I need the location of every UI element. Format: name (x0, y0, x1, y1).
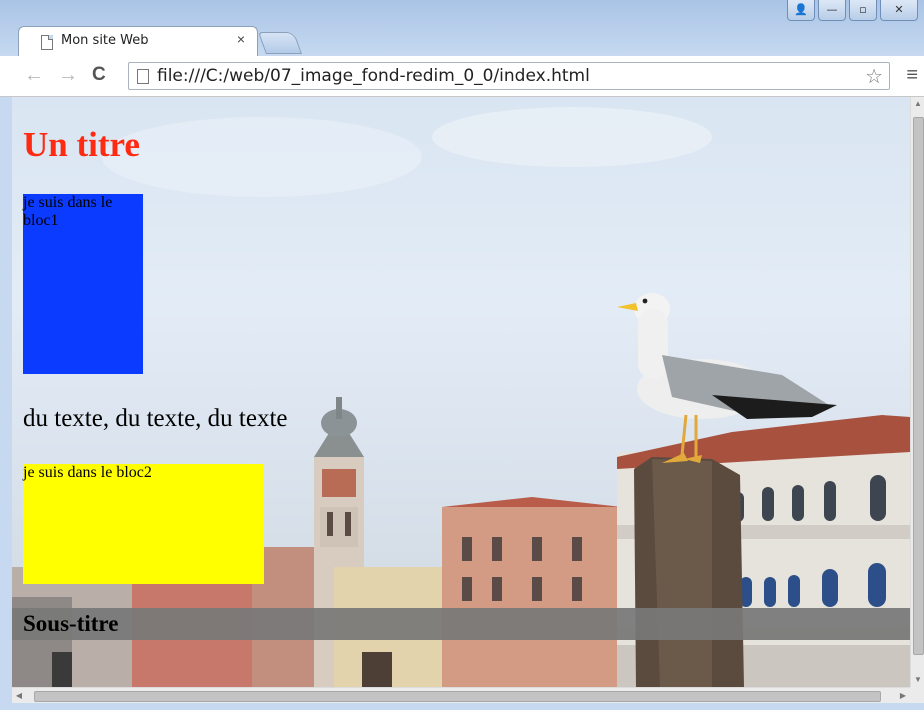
browser-toolbar: ← → C file:///C:/web/07_image_fond-redim… (0, 56, 924, 97)
background-photo (12, 107, 910, 687)
scroll-left-arrow-icon[interactable]: ◀ (12, 688, 26, 703)
user-icon[interactable]: 👤 (787, 0, 815, 21)
window-frame-bottom (0, 703, 924, 710)
page-icon (41, 35, 53, 50)
new-tab-button[interactable] (257, 32, 303, 54)
window-titlebar: 👤 — ▫ ✕ Mon site Web × (0, 0, 924, 56)
minimize-button[interactable]: — (818, 0, 846, 21)
back-arrow-icon[interactable]: ← (24, 64, 44, 86)
address-bar[interactable]: file:///C:/web/07_image_fond-redim_0_0/i… (128, 62, 890, 90)
scroll-down-arrow-icon[interactable]: ▼ (911, 673, 924, 687)
url-text[interactable]: file:///C:/web/07_image_fond-redim_0_0/i… (157, 66, 590, 86)
window-frame-left (0, 97, 12, 703)
page-viewport: Un titre je suis dans le bloc1 du texte,… (12, 97, 910, 687)
close-window-button[interactable]: ✕ (880, 0, 918, 21)
vertical-scrollbar[interactable]: ▲ ▼ (910, 97, 924, 687)
forward-arrow-icon[interactable]: → (58, 64, 78, 86)
bookmark-star-icon[interactable]: ☆ (865, 64, 883, 89)
close-tab-icon[interactable]: × (237, 31, 245, 47)
subtitle-band: Sous-titre (12, 608, 910, 640)
page-icon (137, 69, 149, 84)
menu-icon[interactable]: ≡ (906, 64, 918, 87)
bloc2-box: je suis dans le bloc2 (23, 464, 264, 584)
scroll-right-arrow-icon[interactable]: ▶ (896, 688, 910, 703)
vertical-scroll-thumb[interactable] (913, 117, 924, 655)
scroll-up-arrow-icon[interactable]: ▲ (911, 97, 924, 111)
window-controls: 👤 — ▫ ✕ (787, 0, 918, 22)
maximize-button[interactable]: ▫ (849, 0, 877, 21)
horizontal-scrollbar[interactable]: ◀ ▶ (12, 687, 910, 703)
page-title: Un titre (23, 125, 140, 164)
bloc1-box: je suis dans le bloc1 (23, 194, 143, 374)
scrollbar-corner (910, 687, 924, 703)
tab-mon-site-web[interactable]: Mon site Web × (18, 26, 258, 56)
horizontal-scroll-thumb[interactable] (34, 691, 881, 702)
body-text: du texte, du texte, du texte (23, 405, 288, 432)
reload-icon[interactable]: C (92, 64, 106, 86)
tab-title: Mon site Web (61, 33, 149, 48)
